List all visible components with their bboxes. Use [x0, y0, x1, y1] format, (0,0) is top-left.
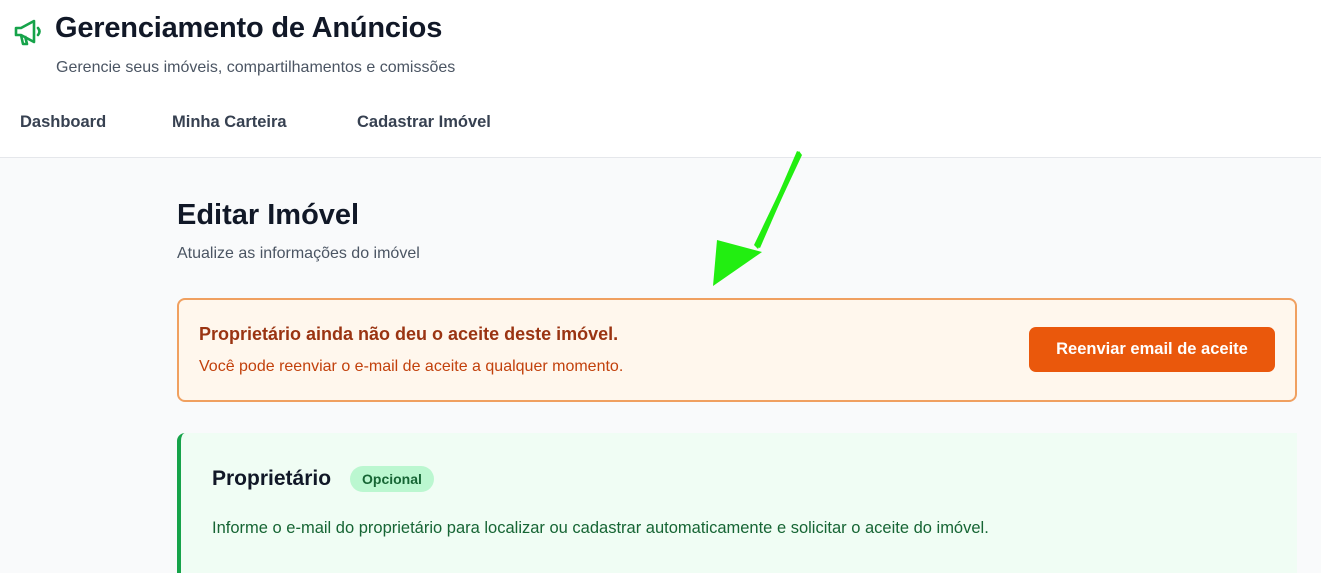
- alert-text: Você pode reenviar o e-mail de aceite a …: [199, 358, 624, 375]
- resend-acceptance-email-button[interactable]: Reenviar email de aceite: [1029, 327, 1275, 372]
- nav-item-cadastrar-imovel[interactable]: Cadastrar Imóvel: [357, 113, 491, 132]
- page-subtitle: Atualize as informações do imóvel: [177, 245, 420, 262]
- owner-section-title: Proprietário: [212, 467, 332, 490]
- owner-section-description: Informe o e-mail do proprietário para lo…: [212, 519, 989, 537]
- megaphone-icon: [14, 19, 41, 46]
- main-content: Editar Imóvel Atualize as informações do…: [0, 159, 1321, 573]
- app-subtitle: Gerencie seus imóveis, compartilhamentos…: [56, 59, 456, 76]
- page-title: Editar Imóvel: [177, 199, 360, 231]
- nav-item-dashboard[interactable]: Dashboard: [20, 113, 106, 132]
- annotation-arrow-icon: [713, 151, 802, 286]
- owner-section: Proprietário Opcional Informe o e-mail d…: [177, 433, 1297, 573]
- owner-acceptance-alert: Proprietário ainda não deu o aceite dest…: [177, 298, 1297, 402]
- app-title: Gerenciamento de Anúncios: [55, 12, 443, 44]
- alert-title: Proprietário ainda não deu o aceite dest…: [199, 324, 619, 344]
- app-header: Gerenciamento de Anúncios Gerencie seus …: [0, 0, 1321, 158]
- nav-item-minha-carteira[interactable]: Minha Carteira: [172, 113, 287, 132]
- optional-badge: Opcional: [350, 466, 434, 492]
